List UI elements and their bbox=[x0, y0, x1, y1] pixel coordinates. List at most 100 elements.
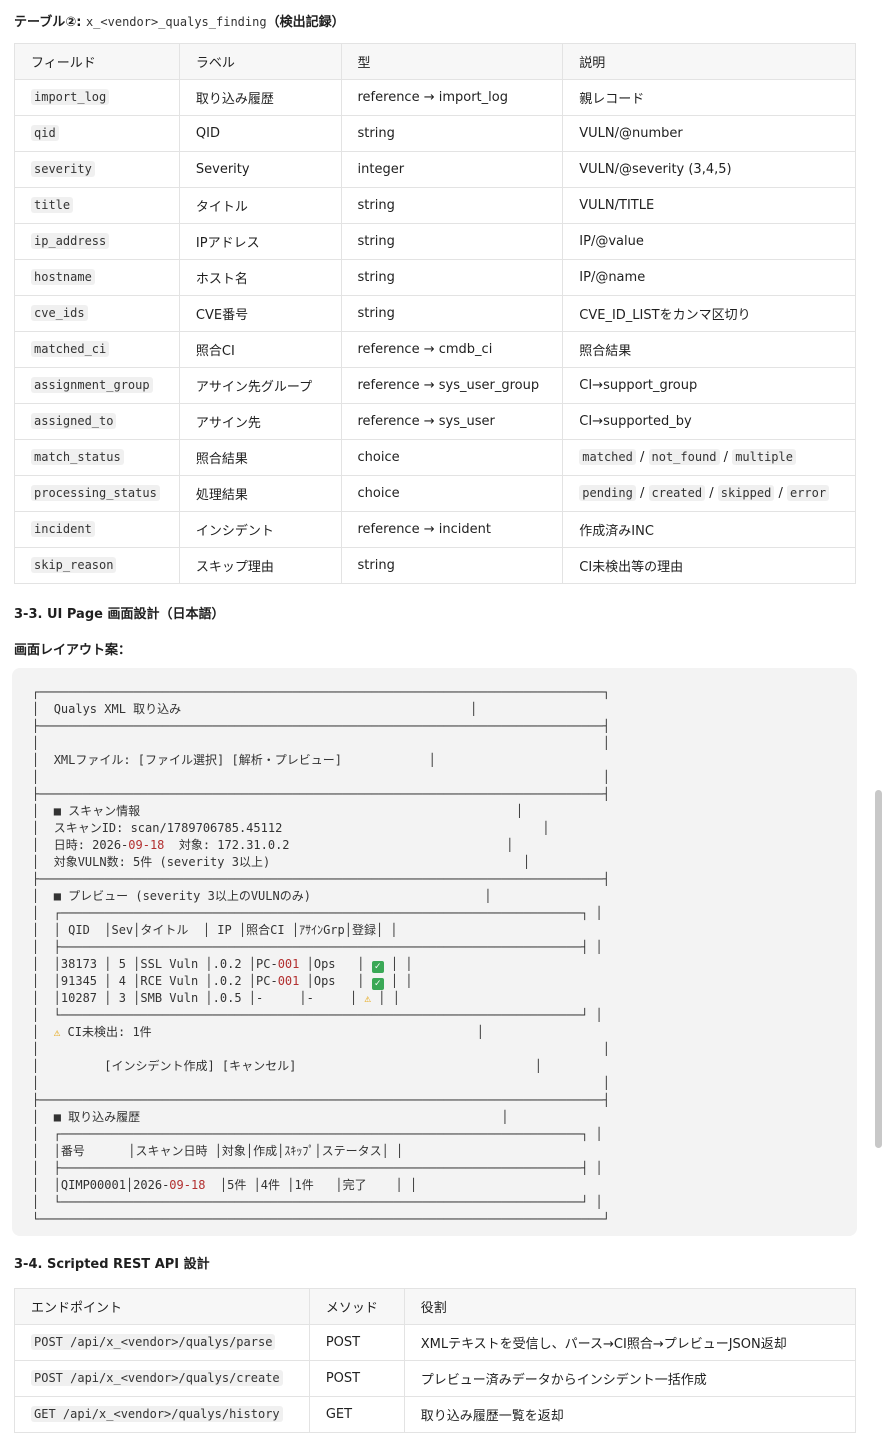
choice-value: created bbox=[648, 485, 706, 501]
desc-cell: CVE_ID_LISTをカンマ区切り bbox=[562, 295, 856, 332]
table-row: assignment_group アサイン先グループ reference → sys… bbox=[14, 367, 856, 404]
role-cell: プレビュー済みデータからインシデント一括作成 bbox=[403, 1360, 857, 1397]
table-row: matched_ci 照合CI reference → cmdb_ci 照合結果 bbox=[14, 331, 856, 368]
col-header-endpoint: エンドポイント bbox=[14, 1288, 310, 1325]
api-table: エンドポイント メソッド 役割 POST /api/x_<vendor>/qua… bbox=[14, 1288, 857, 1433]
mockup-target: 対象: 172.31.0.2 bbox=[164, 838, 290, 852]
table2-heading: テーブル②: x_<vendor>_qualys_finding（検出記録） bbox=[14, 11, 345, 30]
desc-cell: 照合結果 bbox=[562, 331, 856, 368]
field-cell: incident bbox=[14, 511, 180, 548]
type-cell: string bbox=[340, 223, 564, 260]
field-cell: cve_ids bbox=[14, 295, 180, 332]
col-header-role: 役割 bbox=[403, 1288, 857, 1325]
mockup-datetime-md: 09-18 bbox=[128, 838, 165, 852]
desc-cell: IP/@value bbox=[562, 223, 856, 260]
field-cell: import_log bbox=[14, 79, 180, 116]
field-name: processing_status bbox=[31, 485, 160, 501]
col-header-desc: 説明 bbox=[562, 43, 856, 80]
choice-value: error bbox=[786, 485, 830, 501]
label-cell: 照合結果 bbox=[178, 439, 342, 476]
desc-cell: CI→support_group bbox=[562, 367, 856, 404]
desc-cell: VULN/@severity (3,4,5) bbox=[562, 151, 856, 188]
field-cell: skip_reason bbox=[14, 547, 180, 584]
mockup-vuln-count: 対象VULN数: 5件 (severity 3以上) bbox=[53, 855, 271, 869]
desc-cell: VULN/TITLE bbox=[562, 187, 856, 224]
label-cell: QID bbox=[178, 115, 342, 152]
table-row: cve_ids CVE番号 string CVE_ID_LISTをカンマ区切り bbox=[14, 295, 856, 332]
field-cell: hostname bbox=[14, 259, 180, 296]
vertical-scrollbar[interactable] bbox=[875, 790, 882, 1148]
col-header-method: メソッド bbox=[308, 1288, 405, 1325]
label-cell: 取り込み履歴 bbox=[178, 79, 342, 116]
field-cell: assigned_to bbox=[14, 403, 180, 440]
label-cell: CVE番号 bbox=[178, 295, 342, 332]
mockup-app-title: Qualys XML 取り込み bbox=[53, 702, 182, 716]
check-icon: ✓ bbox=[371, 961, 384, 973]
label-cell: ホスト名 bbox=[178, 259, 342, 296]
table-header-row: フィールド ラベル 型 説明 bbox=[14, 43, 856, 80]
warning-icon: ⚠ bbox=[364, 992, 372, 1005]
type-cell: string bbox=[340, 295, 564, 332]
finding-table: フィールド ラベル 型 説明 import_log 取り込み履歴 reference… bbox=[14, 43, 856, 584]
label-cell: 処理結果 bbox=[178, 475, 342, 512]
type-cell: reference → incident bbox=[340, 511, 564, 548]
label-cell: インシデント bbox=[178, 511, 342, 548]
warning-icon: ⚠ bbox=[53, 1026, 61, 1039]
table-row: qid QID string VULN/@number bbox=[14, 115, 856, 152]
method-cell: POST bbox=[308, 1360, 405, 1397]
mockup-xml-line: XMLファイル: [ファイル選択] [解析・プレビュー] bbox=[53, 753, 342, 767]
label-cell: スキップ理由 bbox=[178, 547, 342, 584]
desc-cell: CI→supported_by bbox=[562, 403, 856, 440]
table-row: import_log 取り込み履歴 reference → import_log 親レ… bbox=[14, 79, 856, 116]
desc-cell: pending / created / skipped / error bbox=[562, 475, 856, 512]
table-header-row: エンドポイント メソッド 役割 bbox=[14, 1288, 857, 1325]
method-cell: GET bbox=[308, 1396, 405, 1433]
table-row: skip_reason スキップ理由 string CI未検出等の理由 bbox=[14, 547, 856, 584]
desc-cell: 親レコード bbox=[562, 79, 856, 116]
table-row: match_status 照合結果 choice matched / not_foun… bbox=[14, 439, 856, 476]
endpoint-cell: POST /api/x_<vendor>/qualys/parse bbox=[14, 1324, 310, 1361]
table-row: processing_status 処理結果 choice pending / cre… bbox=[14, 475, 856, 512]
type-cell: reference → import_log bbox=[340, 79, 564, 116]
desc-cell: matched / not_found / multiple bbox=[562, 439, 856, 476]
field-name: skip_reason bbox=[31, 557, 117, 573]
field-cell: assignment_group bbox=[14, 367, 180, 404]
field-name: matched_ci bbox=[31, 341, 110, 357]
table-row: severity Severity integer VULN/@severity (3… bbox=[14, 151, 856, 188]
mockup-action-buttons[interactable]: [インシデント作成] [キャンセル] bbox=[104, 1059, 296, 1073]
field-cell: qid bbox=[14, 115, 180, 152]
field-name: severity bbox=[31, 161, 95, 177]
choice-value: skipped bbox=[717, 485, 775, 501]
field-cell: match_status bbox=[14, 439, 180, 476]
table-row: POST /api/x_<vendor>/qualys/create POST プレ… bbox=[14, 1360, 857, 1397]
table-row: POST /api/x_<vendor>/qualys/parse POST XML… bbox=[14, 1324, 857, 1361]
field-name: hostname bbox=[31, 269, 95, 285]
mockup-preview-row-1: 91345 │ 4 │RCE Vuln │.0.2 │PC-001 │Ops │… bbox=[60, 974, 399, 990]
field-name: title bbox=[31, 197, 74, 213]
table-row: GET /api/x_<vendor>/qualys/history GET 取り込… bbox=[14, 1396, 857, 1433]
desc-cell: 作成済みINC bbox=[562, 511, 856, 548]
mockup-preview-row-0: 38173 │ 5 │SSL Vuln │.0.2 │PC-001 │Ops │… bbox=[60, 957, 399, 973]
table2-name: x_<vendor>_qualys_finding bbox=[85, 15, 267, 29]
endpoint-cell: GET /api/x_<vendor>/qualys/history bbox=[14, 1396, 310, 1433]
ui-mockup: ┌───────────────────────────────────────… bbox=[32, 685, 610, 1226]
label-cell: IPアドレス bbox=[178, 223, 342, 260]
mockup-preview-title: ■ プレビュー (severity 3以上のVULNのみ) bbox=[53, 889, 311, 903]
field-name: ip_address bbox=[31, 233, 110, 249]
role-cell: 取り込み履歴一覧を返却 bbox=[403, 1396, 857, 1433]
choice-value: matched bbox=[579, 449, 636, 465]
field-name: import_log bbox=[31, 89, 110, 105]
field-cell: ip_address bbox=[14, 223, 180, 260]
endpoint-path: POST /api/x_<vendor>/qualys/parse bbox=[31, 1334, 276, 1350]
choice-value: pending bbox=[579, 485, 636, 501]
type-cell: integer bbox=[340, 151, 564, 188]
check-icon: ✓ bbox=[371, 978, 384, 990]
table2-heading-suffix: （検出記録） bbox=[266, 15, 345, 30]
field-cell: title bbox=[14, 187, 180, 224]
field-cell: processing_status bbox=[14, 475, 180, 512]
method-cell: POST bbox=[308, 1324, 405, 1361]
table-row: incident インシデント reference → incident 作成済みIN… bbox=[14, 511, 856, 548]
mockup-history-row: QIMP00001│2026-09-18 │5件 │4件 │1件 │完了 │ bbox=[60, 1178, 403, 1192]
field-name: assignment_group bbox=[31, 377, 153, 393]
type-cell: choice bbox=[340, 439, 564, 476]
